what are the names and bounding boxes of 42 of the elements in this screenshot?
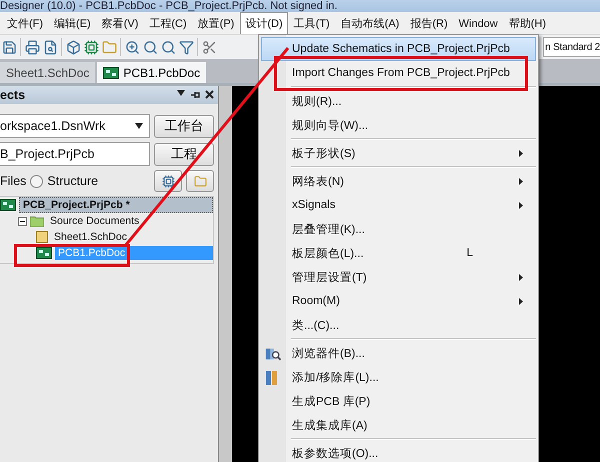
menu-item[interactable]: 规则(R)... — [261, 89, 536, 113]
menu-item[interactable]: 生成PCB 库(P) — [261, 389, 536, 413]
menu-item[interactable]: 生成集成库(A) — [261, 413, 536, 437]
menu-item[interactable]: 类...(C)... — [261, 313, 536, 337]
menu-item[interactable]: 规则向导(W)... — [261, 113, 536, 137]
panel-title: ects — [0, 88, 26, 102]
menu-item[interactable]: 报告(R) — [405, 12, 453, 34]
menu-item[interactable]: Room(M) — [261, 289, 536, 313]
menu-item[interactable]: 层叠管理(K)... — [261, 217, 536, 241]
menu-item[interactable]: 网络表(N) — [261, 169, 536, 193]
menu-item[interactable]: xSignals — [261, 193, 536, 217]
tree-item[interactable]: Source Documents — [47, 214, 142, 228]
document-tab[interactable]: Sheet1.SchDoc — [0, 62, 96, 83]
menu-item[interactable]: 管理层设置(T) — [261, 265, 536, 289]
menu-item[interactable]: 帮助(H) — [504, 12, 552, 34]
files-label: Files — [0, 174, 26, 188]
project-button[interactable]: 工程 — [154, 142, 214, 166]
menu-item[interactable]: 工具(T) — [288, 12, 335, 34]
window-title: Designer (10.0) - PCB1.PcbDoc - PCB_Project.PrjPcb. Not signed in. — [0, 0, 338, 12]
menu-item[interactable]: 自动布线(A) — [336, 12, 404, 34]
workspace-button[interactable]: 工作台 — [154, 114, 214, 138]
menu-item[interactable]: Window — [454, 12, 503, 34]
tree-item[interactable]: Sheet1.SchDoc — [51, 230, 130, 244]
menu-item[interactable]: 设计(D) — [240, 12, 288, 34]
menu-item[interactable]: 添加/移除库(L)... — [261, 365, 536, 389]
menu-item[interactable]: 察看(V) — [96, 12, 144, 34]
menu-item[interactable]: 浏览器件(B)... — [261, 341, 536, 365]
menu-item[interactable]: 板参数选项(O)... — [261, 441, 536, 462]
menu-item[interactable]: Import Changes From PCB_Project.PrjPcb — [261, 61, 536, 85]
document-tab[interactable]: PCB1.PcbDoc — [97, 62, 206, 83]
menu-item[interactable]: 板子形状(S) — [261, 141, 536, 165]
structure-label: Structure — [47, 174, 98, 188]
menu-item[interactable]: 板层颜色(L)... L — [261, 241, 536, 265]
menu-item[interactable]: 工程(C) — [144, 12, 192, 34]
dropdown-field[interactable]: n Standard 2 — [543, 37, 600, 57]
project-field[interactable]: B_Project.PrjPcb — [0, 142, 150, 166]
menu-item[interactable]: 文件(F) — [2, 12, 48, 34]
shortcut-label: L — [466, 247, 473, 259]
menu-item[interactable]: 放置(P) — [192, 12, 240, 34]
menu-item[interactable]: 编辑(E) — [49, 12, 96, 34]
tree-item[interactable]: PCB_Project.PrjPcb * — [19, 197, 213, 213]
workspace-dropdown[interactable]: orkspace1.DsnWrk — [0, 114, 150, 138]
